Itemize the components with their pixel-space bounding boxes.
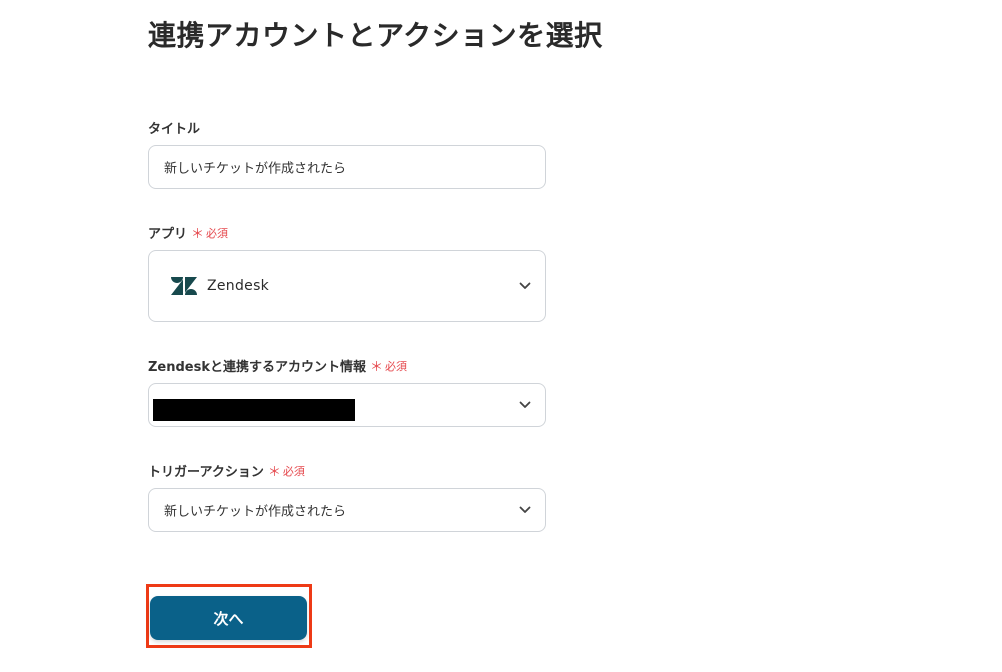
app-field-label: アプリ ＊ 必須 bbox=[148, 223, 229, 243]
next-button[interactable]: 次へ bbox=[150, 596, 307, 640]
title-input-value: 新しいチケットが作成されたら bbox=[164, 161, 347, 177]
required-badge: ＊ 必須 bbox=[267, 461, 305, 481]
required-text: 必須 bbox=[385, 359, 408, 373]
account-label-text: Zendeskと連携するアカウント情報 bbox=[148, 360, 367, 375]
app-select[interactable]: Zendesk bbox=[148, 250, 546, 322]
required-star: ＊ bbox=[370, 360, 384, 375]
redacted-account-value bbox=[153, 399, 355, 421]
required-badge: ＊ 必須 bbox=[191, 223, 229, 243]
required-text: 必須 bbox=[206, 226, 229, 240]
chevron-down-icon bbox=[519, 282, 531, 289]
required-badge: ＊ 必須 bbox=[370, 356, 408, 376]
account-field-label: Zendeskと連携するアカウント情報 ＊ 必須 bbox=[148, 356, 408, 376]
app-label-text: アプリ bbox=[148, 227, 188, 242]
account-select[interactable] bbox=[148, 383, 546, 427]
title-label-text: タイトル bbox=[148, 122, 201, 137]
title-field-label: タイトル bbox=[148, 118, 200, 137]
chevron-down-icon bbox=[519, 506, 531, 513]
app-select-value: Zendesk bbox=[171, 276, 269, 296]
app-name: Zendesk bbox=[207, 278, 270, 294]
trigger-select-value: 新しいチケットが作成されたら bbox=[164, 504, 347, 520]
required-star: ＊ bbox=[267, 465, 281, 480]
required-star: ＊ bbox=[191, 227, 205, 242]
chevron-down-icon bbox=[519, 401, 531, 408]
page-title: 連携アカウントとアクションを選択 bbox=[148, 19, 603, 52]
trigger-label-text: トリガーアクション bbox=[148, 465, 264, 480]
trigger-select[interactable]: 新しいチケットが作成されたら bbox=[148, 488, 546, 532]
required-text: 必須 bbox=[282, 464, 305, 478]
zendesk-logo-icon bbox=[171, 277, 197, 295]
trigger-field-label: トリガーアクション ＊ 必須 bbox=[148, 461, 305, 481]
title-input[interactable]: 新しいチケットが作成されたら bbox=[148, 145, 546, 189]
